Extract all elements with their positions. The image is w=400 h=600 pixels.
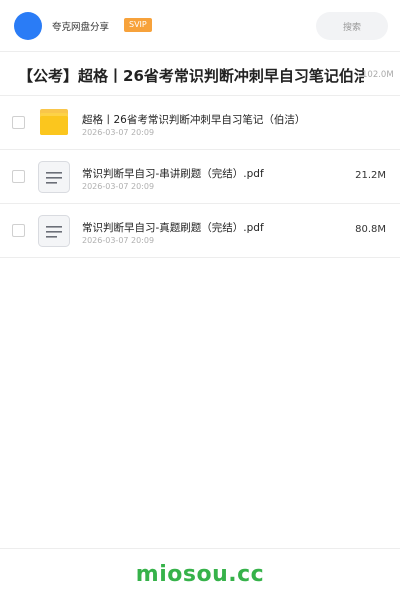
- search-label: 搜索: [342, 22, 361, 33]
- svip-badge: SVIP: [124, 18, 152, 32]
- share-title: 【公考】超格丨26省考常识判断冲刺早自习笔记伯洁: [18, 67, 364, 85]
- row-checkbox[interactable]: [12, 224, 25, 237]
- file-row-pdf[interactable]: 常识判断早自习-串讲刷题（完结）.pdf 2026-03-07 20:09 21…: [0, 150, 400, 204]
- file-date: 2026-03-07 20:09: [82, 128, 155, 137]
- file-row-pdf[interactable]: 常识判断早自习-真题刷题（完结）.pdf 2026-03-07 20:09 80…: [0, 204, 400, 258]
- folder-icon: [40, 109, 68, 135]
- file-name[interactable]: 常识判断早自习-真题刷题（完结）.pdf: [82, 220, 264, 235]
- share-title-bar: 【公考】超格丨26省考常识判断冲刺早自习笔记伯洁 102.0M: [0, 52, 400, 96]
- search-button[interactable]: 搜索: [316, 12, 388, 40]
- avatar[interactable]: [14, 12, 42, 40]
- file-row-folder[interactable]: 超格丨26省考常识判断冲刺早自习笔记（伯洁） 2026-03-07 20:09: [0, 96, 400, 150]
- file-size: 21.2M: [355, 170, 386, 181]
- share-total-size: 102.0M: [362, 70, 394, 80]
- document-icon: [38, 161, 70, 193]
- file-date: 2026-03-07 20:09: [82, 236, 155, 245]
- footer: miosou.cc: [0, 548, 400, 600]
- site-name: 夸克网盘分享: [52, 22, 110, 33]
- file-name[interactable]: 超格丨26省考常识判断冲刺早自习笔记（伯洁）: [82, 112, 305, 127]
- footer-brand[interactable]: miosou.cc: [136, 562, 264, 587]
- file-name[interactable]: 常识判断早自习-串讲刷题（完结）.pdf: [82, 166, 264, 181]
- row-checkbox[interactable]: [12, 116, 25, 129]
- file-size: 80.8M: [355, 224, 386, 235]
- row-checkbox[interactable]: [12, 170, 25, 183]
- document-icon: [38, 215, 70, 247]
- file-date: 2026-03-07 20:09: [82, 182, 155, 191]
- top-header: 夸克网盘分享 SVIP 搜索: [0, 0, 400, 52]
